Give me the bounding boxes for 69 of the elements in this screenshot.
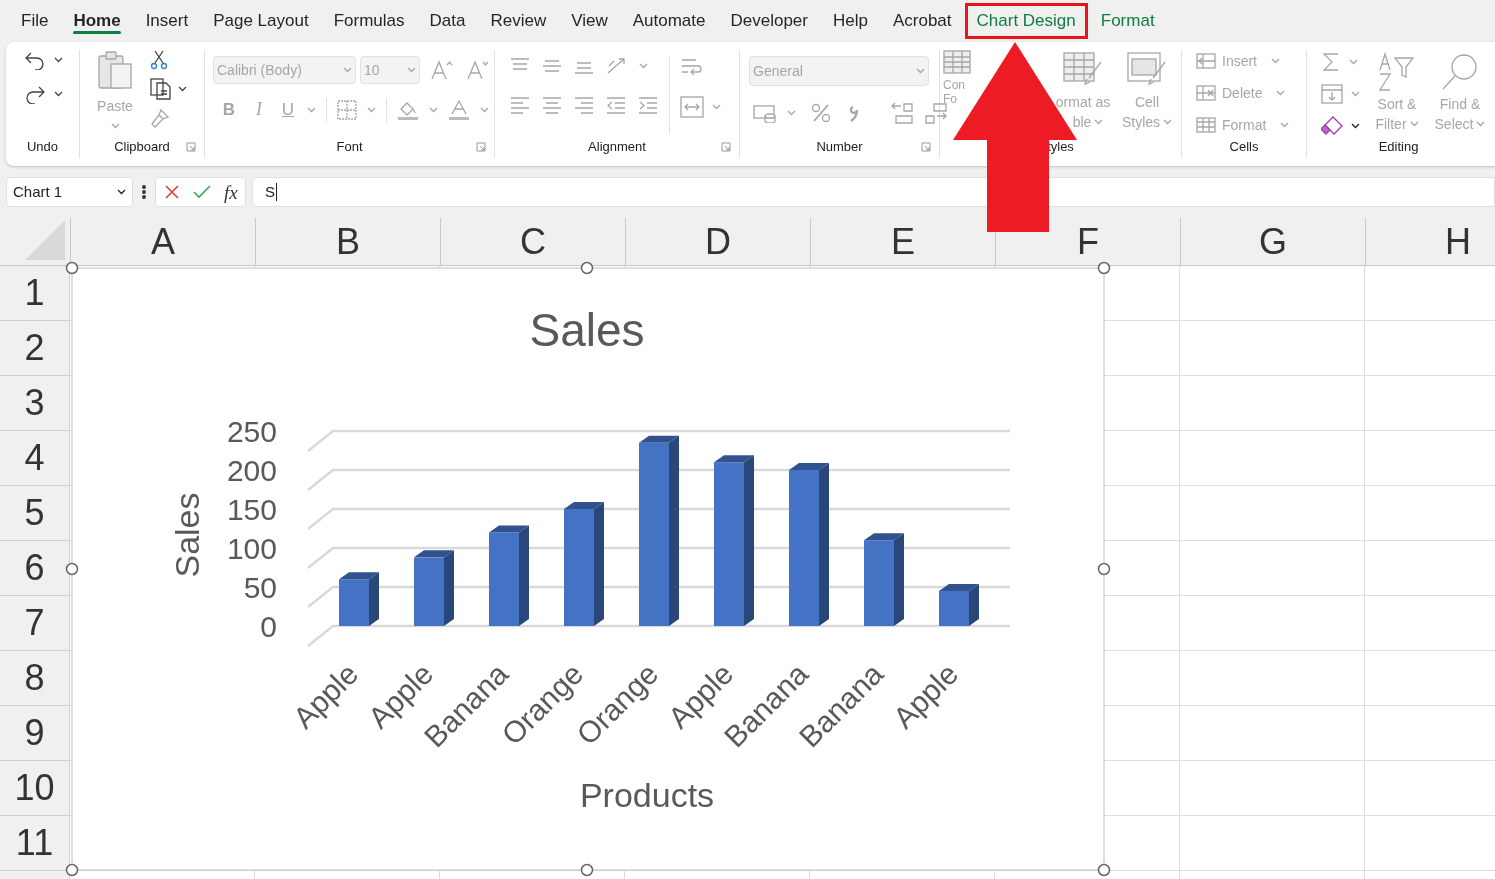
menu-tab[interactable]: Page Layout [201,3,321,39]
caret-icon[interactable] [54,57,63,63]
cancel-icon[interactable] [164,184,180,200]
resize-handle[interactable] [580,261,594,275]
bar[interactable] [339,579,369,626]
name-box[interactable]: Chart 1 [6,177,133,207]
column-header[interactable]: F [1077,218,1099,269]
resize-handle[interactable] [65,863,79,877]
axis-label: 250 [226,415,277,448]
menu-tab[interactable]: Home [61,3,133,39]
undo-icon[interactable] [24,50,46,70]
caret-icon[interactable] [54,91,63,97]
format-painter-icon[interactable] [150,108,170,128]
group-label: Undo [26,138,59,157]
dialog-launcher-icon[interactable] [921,142,931,152]
resize-handle[interactable] [65,261,79,275]
resize-handle[interactable] [580,863,594,877]
column-header[interactable]: E [891,218,915,269]
axis-title: Products [579,776,715,814]
scissors-icon[interactable] [150,50,168,70]
caret-icon[interactable] [178,86,187,92]
group-label: Number [816,138,863,157]
column-header[interactable]: C [520,218,546,269]
caret-icon[interactable] [117,189,126,195]
enter-icon[interactable] [192,184,212,200]
group-label: Clipboard [114,138,170,157]
axis-label: 100 [226,532,277,565]
dialog-launcher-icon[interactable] [186,142,196,152]
copy-icon[interactable] [150,78,172,100]
resize-handle[interactable] [1097,562,1111,576]
column-header[interactable]: H [1445,218,1471,269]
bar[interactable] [939,590,969,626]
chart-area[interactable] [71,267,1105,871]
group-label: Editing [1378,138,1419,157]
column-header[interactable]: G [1259,218,1287,269]
menu-tab[interactable]: Formulas [321,3,417,39]
menu-tab[interactable]: Developer [718,3,820,39]
chart-title: Sales [529,304,645,356]
axis-label: 150 [226,493,277,526]
menu-tab[interactable]: Format [1088,3,1167,39]
group-label: Font [336,138,363,157]
column-header[interactable]: A [151,218,175,269]
menu-tab[interactable]: Automate [620,3,718,39]
insert-function-button[interactable]: fx [224,182,238,202]
clipboard-icon[interactable] [97,50,133,90]
menu-tab[interactable]: Help [821,3,880,39]
dialog-launcher-icon[interactable] [721,142,731,152]
column-header[interactable]: B [336,218,360,269]
menu-tab[interactable]: Review [478,3,559,39]
menu-tab[interactable]: Data [417,3,478,39]
axis-label: 50 [243,571,277,604]
menu-tab[interactable]: Insert [133,3,201,39]
group-label: Alignment [588,138,646,157]
menu-tab[interactable]: Acrobat [880,3,964,39]
resize-handle[interactable] [65,562,79,576]
formula-input[interactable]: S [252,177,1495,207]
menu-tab[interactable]: File [9,3,61,39]
axis-title: Sales [168,492,206,578]
axis-label: 0 [260,610,277,643]
redo-icon[interactable] [24,84,46,104]
menu-tab[interactable]: View [559,3,620,39]
more-options-icon[interactable] [141,184,147,200]
resize-handle[interactable] [1097,863,1111,877]
axis-label: 200 [226,454,277,487]
column-header[interactable]: D [705,218,731,269]
menu-tab[interactable]: Chart Design [964,3,1088,39]
group-label: Cells [1229,138,1259,157]
dialog-launcher-icon[interactable] [476,142,486,152]
resize-handle[interactable] [1097,261,1111,275]
